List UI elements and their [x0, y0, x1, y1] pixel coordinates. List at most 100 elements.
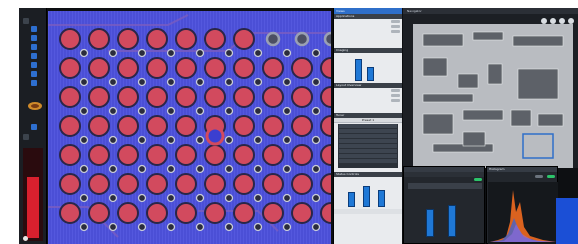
left-toolbar	[19, 8, 47, 244]
solder-pad	[59, 57, 81, 79]
tuner-list[interactable]	[338, 124, 398, 168]
status-bar[interactable]	[348, 192, 355, 207]
solder-pad	[291, 202, 313, 224]
solder-pad	[262, 173, 284, 195]
solder-pad	[233, 202, 255, 224]
board-component	[517, 68, 559, 100]
via-hole	[195, 77, 205, 87]
pointer-tool-button[interactable]	[23, 18, 29, 24]
solder-pad	[204, 173, 226, 195]
via-hole	[311, 77, 321, 87]
zoom-tool-button[interactable]	[31, 35, 37, 41]
via-hole	[282, 48, 292, 58]
via-hole	[253, 106, 263, 116]
board-component	[487, 63, 503, 85]
histogram-window: Histogram	[486, 166, 558, 244]
via-hole	[311, 222, 321, 232]
board-component	[462, 131, 486, 147]
solder-pad	[175, 202, 197, 224]
rotate-tool-button[interactable]	[31, 80, 37, 86]
histogram-window-title: Histogram	[487, 167, 557, 172]
status-bar[interactable]	[363, 186, 370, 207]
via-hole	[282, 106, 292, 116]
layer-toggle-button[interactable]	[31, 124, 37, 130]
solder-pad	[291, 57, 313, 79]
solder-pad	[146, 144, 168, 166]
list-item[interactable]	[339, 159, 397, 163]
via-hole	[224, 222, 234, 232]
via-hole	[137, 193, 147, 203]
levels-window-toolbar	[404, 172, 484, 177]
list-item[interactable]	[339, 139, 397, 143]
via-hole	[137, 164, 147, 174]
board-component	[537, 113, 564, 127]
row-field[interactable]	[391, 25, 400, 28]
solder-pad	[204, 202, 226, 224]
imaging-bar[interactable]	[355, 59, 362, 81]
row-field[interactable]	[391, 94, 400, 97]
via-hole	[137, 77, 147, 87]
via-hole	[137, 48, 147, 58]
solder-pad	[146, 173, 168, 195]
solder-pad	[88, 173, 110, 195]
solder-pad	[117, 173, 139, 195]
measure-tool-button[interactable]	[31, 53, 37, 59]
solder-pad	[262, 202, 284, 224]
board-component	[422, 93, 474, 103]
via-hole	[79, 193, 89, 203]
solder-pad	[146, 28, 168, 50]
selected-pad[interactable]	[205, 126, 225, 146]
crop-tool-button[interactable]	[31, 71, 37, 77]
via-hole	[137, 135, 147, 145]
row-field[interactable]	[391, 99, 400, 102]
list-item[interactable]	[339, 129, 397, 133]
scan-viewport[interactable]	[48, 11, 331, 244]
list-item[interactable]	[339, 154, 397, 158]
via-hole	[166, 48, 176, 58]
level-bar[interactable]	[426, 209, 434, 237]
board-component	[510, 109, 532, 127]
imaging-bar[interactable]	[367, 67, 374, 81]
solder-pad	[88, 28, 110, 50]
navigator-panel: Navigator	[403, 8, 578, 168]
via-hole	[282, 193, 292, 203]
via-hole	[166, 222, 176, 232]
board-component	[462, 109, 504, 121]
row-field[interactable]	[391, 20, 400, 23]
pan-tool-button[interactable]	[31, 44, 37, 50]
via-hole	[166, 164, 176, 174]
levels-toggle[interactable]	[474, 178, 482, 181]
board-component	[472, 31, 504, 41]
chip-thumbnail-icon[interactable]	[27, 100, 43, 112]
histogram-chart[interactable]	[488, 182, 558, 244]
solder-pad	[146, 86, 168, 108]
select-tool-button[interactable]	[31, 26, 37, 32]
list-item[interactable]	[339, 124, 397, 128]
via-hole	[224, 164, 234, 174]
via-hole	[79, 48, 89, 58]
level-bar[interactable]	[448, 205, 456, 237]
row-field[interactable]	[391, 30, 400, 33]
histogram-toggle[interactable]	[547, 175, 555, 178]
via-hole	[195, 164, 205, 174]
solder-pad	[59, 173, 81, 195]
navigator-image[interactable]	[403, 14, 578, 168]
via-hole	[282, 164, 292, 174]
list-item[interactable]	[339, 149, 397, 153]
solder-pad	[117, 28, 139, 50]
list-item[interactable]	[339, 134, 397, 138]
settings-button[interactable]	[23, 134, 29, 140]
annotate-tool-button[interactable]	[31, 62, 37, 68]
histogram-toggle-alt[interactable]	[535, 175, 543, 178]
via-hole	[79, 106, 89, 116]
via-hole	[311, 135, 321, 145]
app-window: Views Applications Imaging Layout Overvi…	[19, 8, 578, 244]
status-bar[interactable]	[378, 190, 385, 207]
board-component	[422, 113, 454, 135]
via-hole	[323, 31, 331, 47]
list-item[interactable]	[339, 144, 397, 148]
power-icon[interactable]	[23, 236, 28, 241]
via-hole	[195, 193, 205, 203]
row-field[interactable]	[391, 89, 400, 92]
levels-field[interactable]	[408, 183, 482, 189]
